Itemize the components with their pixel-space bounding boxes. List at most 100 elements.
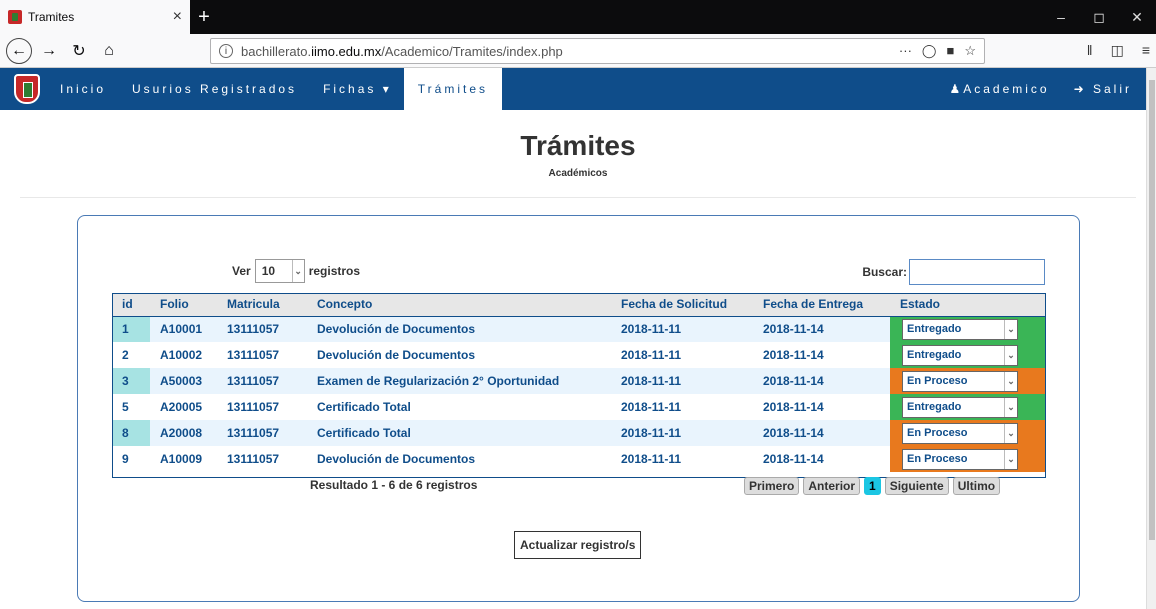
nav-user-academico[interactable]: ♟Academico: [949, 82, 1049, 96]
cell-concepto: Examen de Regularización 2° Oportunidad: [307, 368, 611, 394]
estado-value: Entregado: [907, 323, 962, 336]
nav-salir[interactable]: ➜ Salir: [1074, 82, 1132, 96]
estado-value: Entregado: [907, 401, 962, 413]
school-logo[interactable]: [14, 74, 40, 104]
cell-fecha-entrega: 2018-11-14: [753, 446, 890, 472]
estado-value: Entregado: [907, 349, 962, 361]
cell-concepto: Certificado Total: [307, 394, 611, 420]
ver-label: Ver: [232, 264, 251, 278]
chevron-down-icon: ⌄: [1004, 397, 1017, 417]
col-concepto[interactable]: Concepto: [307, 293, 611, 317]
col-fecha-solicitud[interactable]: Fecha de Solicitud: [611, 293, 753, 317]
page-title: Trámites: [520, 130, 636, 161]
estado-value: En Proceso: [907, 375, 968, 387]
url-host: iimo.edu.mx: [311, 43, 382, 59]
minimize-icon[interactable]: –: [1042, 0, 1080, 34]
cell-folio: A50003: [150, 368, 217, 394]
pocket-icon[interactable]: ◯: [922, 43, 937, 59]
chevron-down-icon: ⌄: [1004, 371, 1017, 391]
new-tab-button[interactable]: +: [190, 0, 218, 34]
pager-next-button[interactable]: Siguiente: [884, 477, 949, 495]
cell-concepto: Devolución de Documentos: [307, 316, 611, 342]
cell-estado: En Proceso ⌄: [890, 420, 1046, 446]
cell-matricula: 13111057: [217, 316, 307, 342]
pagination: Primero Anterior 1 Siguiente Ultimo: [744, 477, 1001, 495]
page-size-value: 10: [261, 264, 276, 278]
update-records-button[interactable]: Actualizar registro/s: [514, 531, 642, 559]
browser-tab[interactable]: Tramites ×: [0, 0, 190, 34]
col-matricula[interactable]: Matricula: [217, 293, 307, 317]
nav-inicio[interactable]: Inicio: [60, 82, 106, 96]
table-row: 9 A10009 13111057 Devolución de Document…: [112, 446, 1046, 472]
sidebar-icon[interactable]: ◫: [1111, 42, 1124, 59]
site-navbar: Inicio Usurios Registrados Fichas ▾ Trám…: [0, 68, 1156, 110]
nav-tramites[interactable]: Trámites: [403, 68, 502, 110]
search-input[interactable]: [909, 259, 1045, 285]
menu-icon[interactable]: ≡: [1142, 42, 1150, 59]
nav-user-label: Academico: [963, 82, 1050, 96]
cell-fecha-solicitud: 2018-11-11: [611, 446, 753, 472]
cell-fecha-entrega: 2018-11-14: [753, 368, 890, 394]
col-fecha-entrega[interactable]: Fecha de Entrega: [753, 293, 890, 317]
back-arrow-icon[interactable]: ←: [6, 37, 32, 64]
url-path: /Academico/Tramites/index.php: [381, 43, 563, 59]
estado-select[interactable]: En Proceso ⌄: [902, 448, 1018, 470]
pager-prev-button[interactable]: Anterior: [803, 477, 861, 495]
cell-matricula: 13111057: [217, 368, 307, 394]
close-icon[interactable]: ✕: [1118, 0, 1156, 34]
table-row: 5 A20005 13111057 Certificado Total 2018…: [112, 394, 1046, 420]
reload-icon[interactable]: ↻: [66, 38, 92, 64]
bookmark-star-icon[interactable]: ☆: [964, 43, 976, 59]
pager-first-button[interactable]: Primero: [744, 477, 800, 495]
cell-id: 8: [112, 420, 150, 446]
table-header-row: id Folio Matricula Concepto Fecha de Sol…: [112, 293, 1046, 317]
table-row: 3 A50003 13111057 Examen de Regularizaci…: [112, 368, 1046, 394]
url-prefix: bachillerato.: [241, 43, 312, 59]
url-bar[interactable]: i bachillerato. iimo.edu.mx/Academico/Tra…: [210, 38, 985, 64]
cell-matricula: 13111057: [217, 342, 307, 368]
estado-select[interactable]: Entregado ⌄: [902, 344, 1018, 366]
cell-fecha-solicitud: 2018-11-11: [611, 394, 753, 420]
estado-select[interactable]: Entregado ⌄: [902, 396, 1018, 418]
estado-select[interactable]: Entregado ⌄: [902, 318, 1018, 340]
nav-usuarios-registrados[interactable]: Usurios Registrados: [132, 82, 297, 96]
window-controls: – ◻ ✕: [1042, 0, 1156, 34]
browser-tab-bar: Tramites × + – ◻ ✕: [0, 0, 1156, 34]
chevron-down-icon: ⌄: [1004, 449, 1017, 469]
table-row: 2 A10002 13111057 Devolución de Document…: [112, 342, 1046, 368]
extension-icon[interactable]: ■: [946, 43, 954, 59]
cell-estado: Entregado ⌄: [890, 394, 1046, 420]
cell-folio: A10001: [150, 316, 217, 342]
col-folio[interactable]: Folio: [150, 293, 217, 317]
col-id[interactable]: id: [112, 293, 150, 317]
cell-id: 9: [112, 446, 150, 472]
tab-close-icon[interactable]: ×: [173, 8, 182, 26]
page-actions-icon[interactable]: ···: [899, 43, 912, 59]
registros-label: registros: [308, 264, 361, 278]
result-count: Resultado 1 - 6 de 6 registros: [310, 478, 478, 492]
user-icon: ♟: [949, 82, 964, 96]
table-row: 1 A10001 13111057 Devolución de Document…: [112, 316, 1046, 342]
nav-salir-label: Salir: [1092, 82, 1132, 96]
forward-arrow-icon[interactable]: →: [36, 38, 62, 64]
cell-estado: En Proceso ⌄: [890, 368, 1046, 394]
cell-id: 3: [112, 368, 150, 394]
info-icon[interactable]: i: [219, 44, 233, 58]
cell-matricula: 13111057: [217, 394, 307, 420]
col-estado[interactable]: Estado: [890, 293, 1046, 317]
home-icon[interactable]: ⌂: [96, 38, 122, 64]
cell-fecha-solicitud: 2018-11-11: [611, 420, 753, 446]
estado-select[interactable]: En Proceso ⌄: [902, 422, 1018, 444]
table-row: 8 A20008 13111057 Certificado Total 2018…: [112, 420, 1046, 446]
estado-select[interactable]: En Proceso ⌄: [902, 370, 1018, 392]
pager-current-page[interactable]: 1: [864, 477, 881, 495]
nav-fichas-dropdown[interactable]: Fichas ▾: [323, 82, 392, 96]
pager-last-button[interactable]: Ultimo: [952, 477, 1001, 495]
divider: [20, 197, 1136, 198]
library-icon[interactable]: ‖: [1087, 42, 1093, 59]
maximize-icon[interactable]: ◻: [1080, 0, 1118, 34]
page-size-select[interactable]: 10 ⌄: [254, 259, 305, 283]
cell-estado: Entregado ⌄: [890, 316, 1046, 342]
page-subtitle: Académicos: [548, 168, 608, 179]
tab-title: Tramites: [28, 10, 75, 24]
